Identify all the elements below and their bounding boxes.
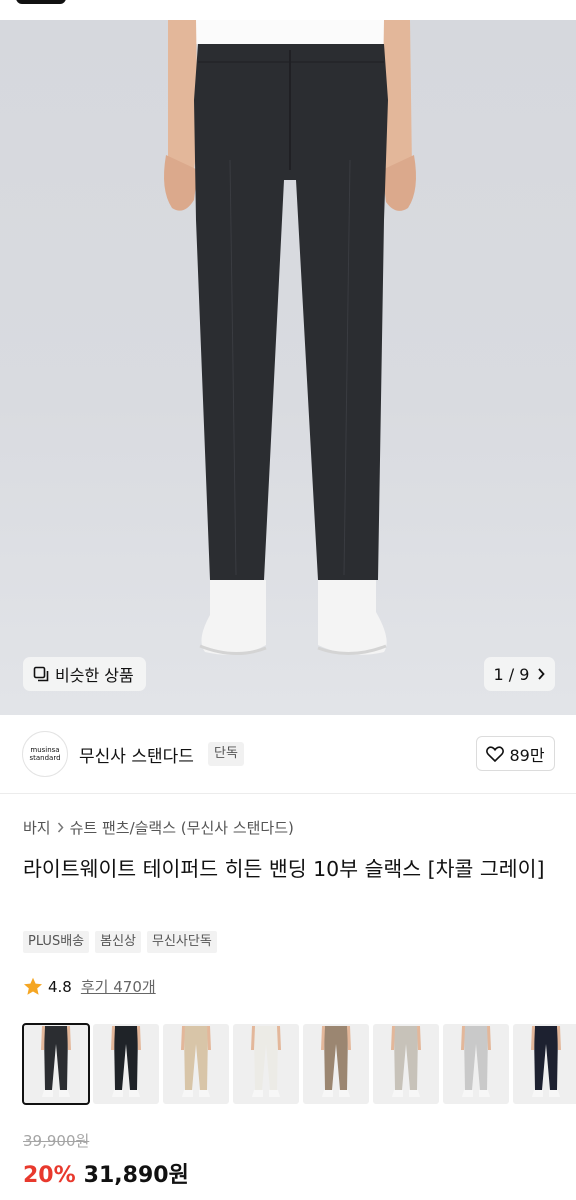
similar-products-button[interactable]: 비슷한 상품 — [23, 657, 146, 691]
original-price: 39,900원 — [23, 1132, 90, 1150]
trousers-thumbnail — [531, 1026, 561, 1097]
image-counter: 1 / 9 — [493, 664, 530, 684]
status-strip — [0, 0, 576, 20]
trousers-thumbnail — [41, 1026, 71, 1097]
trousers-thumbnail — [391, 1026, 421, 1097]
breadcrumb-item-subcategory[interactable]: 슈트 팬츠/슬랙스 (무신사 스탠다드) — [70, 817, 294, 838]
rating-row: 4.8 후기 470개 — [23, 976, 156, 997]
color-variant-thumb[interactable] — [233, 1024, 299, 1104]
tag-exclusive: 무신사단독 — [147, 931, 217, 953]
color-variant-thumb[interactable] — [93, 1024, 159, 1104]
product-image-gallery[interactable]: 비슷한 상품 1 / 9 — [0, 20, 576, 715]
product-tags: PLUS배송 봄신상 무신사단독 — [23, 931, 217, 953]
similar-products-label: 비슷한 상품 — [55, 666, 134, 685]
sale-price: 31,890원 — [83, 1163, 189, 1188]
reviews-link[interactable]: 후기 470개 — [81, 976, 156, 997]
brand-logo[interactable]: musinsa standard — [22, 731, 68, 777]
top-pill — [16, 0, 66, 4]
tag-new-season: 봄신상 — [95, 931, 142, 953]
trousers-thumbnail — [321, 1026, 351, 1097]
color-variant-list — [22, 1023, 576, 1105]
price-row: 20% 31,890원 — [23, 1157, 189, 1189]
color-variant-thumb[interactable] — [443, 1024, 509, 1104]
trousers-thumbnail — [181, 1026, 211, 1097]
discount-rate: 20% — [23, 1163, 76, 1188]
like-count: 89만 — [509, 745, 545, 765]
color-variant-thumb[interactable] — [513, 1024, 576, 1104]
like-button[interactable]: 89만 — [476, 736, 555, 771]
brand-row: musinsa standard 무신사 스탠다드 단독 89만 — [0, 715, 576, 794]
chevron-right-icon — [538, 668, 546, 680]
brand-name[interactable]: 무신사 스탠다드 — [79, 742, 194, 767]
brand-logo-line1: musinsa — [30, 746, 60, 754]
color-variant-thumb[interactable] — [303, 1024, 369, 1104]
product-photo — [164, 20, 416, 656]
tag-plus-delivery: PLUS배송 — [23, 931, 90, 953]
image-counter-button[interactable]: 1 / 9 — [484, 657, 555, 691]
color-variant-thumb[interactable] — [163, 1024, 229, 1104]
color-variant-thumb[interactable] — [373, 1024, 439, 1104]
trousers-thumbnail — [461, 1026, 491, 1097]
rating-score: 4.8 — [48, 977, 72, 996]
chevron-right-icon — [57, 822, 64, 833]
exclusive-badge: 단독 — [208, 742, 244, 766]
brand-logo-line2: standard — [29, 754, 61, 762]
heart-icon — [486, 745, 505, 762]
copy-icon — [33, 666, 49, 682]
breadcrumb: 바지 슈트 팬츠/슬랙스 (무신사 스탠다드) — [23, 817, 294, 838]
color-variant-thumb[interactable] — [22, 1023, 90, 1105]
product-title: 라이트웨이트 테이퍼드 히든 밴딩 10부 슬랙스 [차콜 그레이] — [23, 857, 545, 881]
star-icon — [24, 977, 42, 995]
trousers-thumbnail — [251, 1026, 281, 1097]
trousers-thumbnail — [111, 1026, 141, 1097]
breadcrumb-item-category[interactable]: 바지 — [23, 817, 51, 838]
